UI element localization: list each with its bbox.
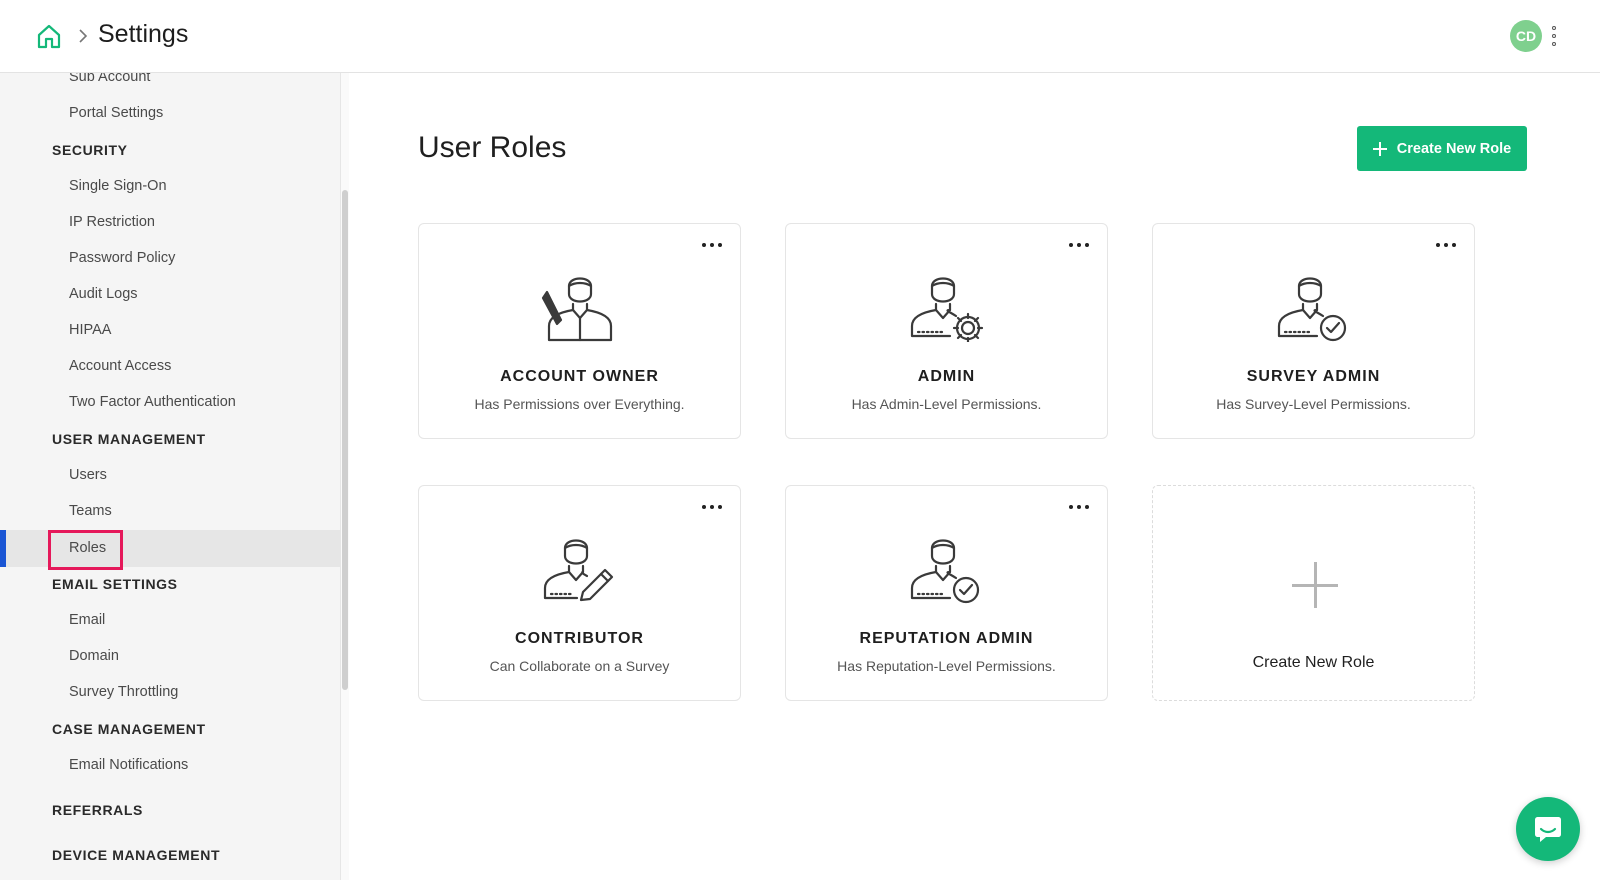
sidebar-section-user-management: USER MANAGEMENT xyxy=(52,431,206,447)
sidebar-section-email-settings: EMAIL SETTINGS xyxy=(52,576,178,592)
role-card-account-owner[interactable]: ACCOUNT OWNER Has Permissions over Every… xyxy=(418,223,741,439)
sidebar-item-email[interactable]: Email xyxy=(69,612,105,628)
role-name: CONTRIBUTOR xyxy=(515,630,644,647)
admin-gear-icon xyxy=(910,277,984,342)
avatar[interactable]: CD xyxy=(1510,20,1542,52)
user-roles-heading: User Roles xyxy=(418,131,567,164)
role-name: ADMIN xyxy=(917,368,976,385)
sidebar-section-case-management: CASE MANAGEMENT xyxy=(52,721,206,737)
role-description: Can Collaborate on a Survey xyxy=(489,658,670,674)
sidebar: Sub Account Portal Settings SECURITY Sin… xyxy=(0,73,341,880)
role-description: Has Permissions over Everything. xyxy=(474,396,685,412)
sidebar-item-email-notifications[interactable]: Email Notifications xyxy=(69,757,188,773)
role-card-reputation-admin[interactable]: REPUTATION ADMIN Has Reputation-Level Pe… xyxy=(785,485,1108,701)
create-new-role-button[interactable]: Create New Role xyxy=(1357,126,1527,171)
more-options-icon[interactable] xyxy=(700,238,724,250)
page-title: Settings xyxy=(98,20,189,48)
role-name: REPUTATION ADMIN xyxy=(859,630,1034,647)
role-description: Has Admin-Level Permissions. xyxy=(851,396,1042,412)
create-new-role-label: Create New Role xyxy=(1396,140,1512,157)
role-description: Has Survey-Level Permissions. xyxy=(1216,396,1411,412)
more-options-icon[interactable] xyxy=(1067,238,1091,250)
sidebar-section-device-management[interactable]: DEVICE MANAGEMENT xyxy=(52,847,220,863)
sidebar-item-portal-settings[interactable]: Portal Settings xyxy=(69,105,163,121)
sidebar-item-teams[interactable]: Teams xyxy=(69,503,112,519)
sidebar-item-survey-throttling[interactable]: Survey Throttling xyxy=(69,684,178,700)
more-options-icon[interactable] xyxy=(1067,500,1091,512)
plus-icon xyxy=(1292,562,1338,608)
contributor-pencil-icon xyxy=(543,539,614,602)
sidebar-item-domain[interactable]: Domain xyxy=(69,648,119,664)
chat-button[interactable] xyxy=(1516,797,1580,861)
chat-bubble-icon xyxy=(1535,817,1561,842)
chevron-right-icon xyxy=(79,29,88,43)
sidebar-item-two-factor-authentication[interactable]: Two Factor Authentication xyxy=(69,394,236,410)
sidebar-section-referrals[interactable]: REFERRALS xyxy=(52,802,143,818)
sidebar-item-single-sign-on[interactable]: Single Sign-On xyxy=(69,178,167,194)
sidebar-item-password-policy[interactable]: Password Policy xyxy=(69,250,175,266)
sidebar-scrollbar[interactable] xyxy=(342,190,348,690)
sidebar-item-account-access[interactable]: Account Access xyxy=(69,358,171,374)
more-options-icon[interactable] xyxy=(700,500,724,512)
role-name: SURVEY ADMIN xyxy=(1246,368,1381,385)
sidebar-item-ip-restriction[interactable]: IP Restriction xyxy=(69,214,155,230)
sidebar-item-hipaa[interactable]: HIPAA xyxy=(69,322,111,338)
role-name: ACCOUNT OWNER xyxy=(500,368,659,385)
sidebar-active-indicator xyxy=(0,530,6,567)
role-description: Has Reputation-Level Permissions. xyxy=(837,658,1056,674)
account-owner-icon xyxy=(541,277,613,342)
create-new-role-card-label: Create New Role xyxy=(1252,654,1375,671)
kebab-menu-icon[interactable] xyxy=(1548,24,1560,48)
role-card-admin[interactable]: ADMIN Has Admin-Level Permissions. xyxy=(785,223,1108,439)
role-card-contributor[interactable]: CONTRIBUTOR Can Collaborate on a Survey xyxy=(418,485,741,701)
sidebar-roles-highlight-box xyxy=(48,530,123,570)
plus-icon xyxy=(1372,141,1387,156)
role-card-survey-admin[interactable]: SURVEY ADMIN Has Survey-Level Permission… xyxy=(1152,223,1475,439)
create-new-role-card[interactable]: Create New Role xyxy=(1152,485,1475,701)
more-options-icon[interactable] xyxy=(1434,238,1458,250)
sidebar-section-security: SECURITY xyxy=(52,142,128,158)
top-bar: Settings CD xyxy=(0,0,1600,73)
reputation-admin-check-icon xyxy=(910,539,980,604)
survey-admin-check-icon xyxy=(1277,277,1347,342)
sidebar-item-sub-account[interactable]: Sub Account xyxy=(69,73,150,85)
sidebar-item-audit-logs[interactable]: Audit Logs xyxy=(69,286,138,302)
sidebar-item-users[interactable]: Users xyxy=(69,467,107,483)
home-icon[interactable] xyxy=(36,23,62,49)
